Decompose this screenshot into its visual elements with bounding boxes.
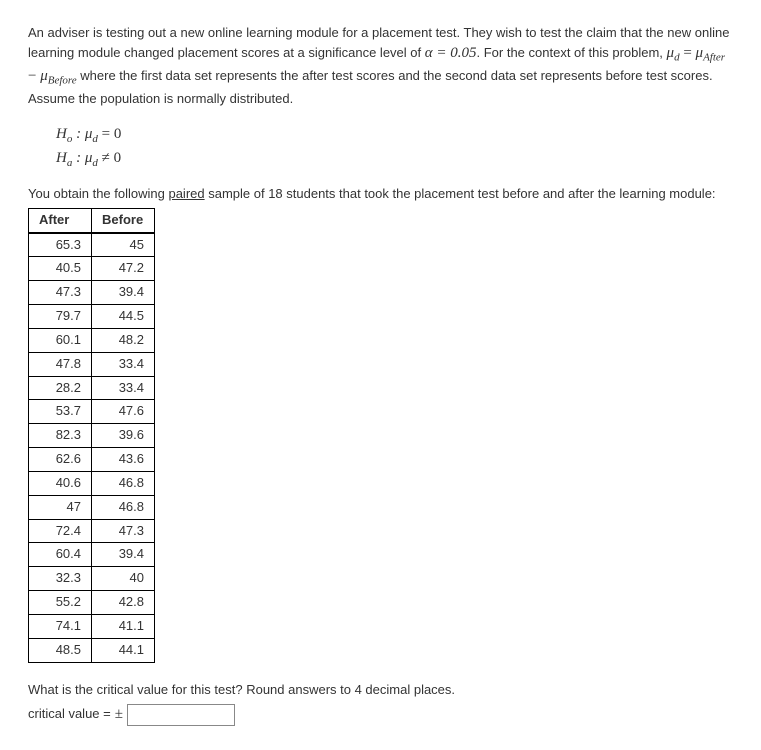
cell-before: 40 — [92, 567, 155, 591]
h0-H: H — [56, 126, 67, 142]
paired-word: paired — [168, 186, 204, 201]
ha-body: : μ — [72, 150, 92, 166]
table-row: 60.439.4 — [29, 543, 155, 567]
answer-row: critical value = ± — [28, 704, 733, 726]
cell-before: 39.4 — [92, 543, 155, 567]
intro-text-c: where the first data set represents the … — [28, 68, 713, 106]
cell-after: 28.2 — [29, 376, 92, 400]
table-row: 82.339.6 — [29, 424, 155, 448]
table-row: 53.747.6 — [29, 400, 155, 424]
null-hypothesis: Ho : μd = 0 — [56, 123, 733, 147]
mu-after: μ — [696, 45, 704, 61]
cell-before: 33.4 — [92, 376, 155, 400]
intro-text-b: . For the context of this problem, — [477, 45, 667, 60]
table-row: 47.339.4 — [29, 281, 155, 305]
problem-intro: An adviser is testing out a new online l… — [28, 24, 733, 109]
table-row: 47.833.4 — [29, 352, 155, 376]
cell-after: 60.1 — [29, 328, 92, 352]
cell-after: 74.1 — [29, 615, 92, 639]
cell-before: 45 — [92, 233, 155, 257]
table-row: 32.340 — [29, 567, 155, 591]
cell-before: 44.1 — [92, 638, 155, 662]
cell-after: 79.7 — [29, 305, 92, 329]
table-row: 74.141.1 — [29, 615, 155, 639]
plus-minus-icon: ± — [115, 704, 123, 726]
mu-before-sub: Before — [48, 75, 77, 87]
col-header-after: After — [29, 208, 92, 232]
cell-before: 33.4 — [92, 352, 155, 376]
critical-value-input[interactable] — [127, 704, 235, 726]
h0-rhs: = 0 — [98, 126, 121, 142]
cell-after: 62.6 — [29, 448, 92, 472]
cell-after: 47.8 — [29, 352, 92, 376]
mu-d: μ — [667, 45, 675, 61]
table-row: 79.744.5 — [29, 305, 155, 329]
cell-before: 39.6 — [92, 424, 155, 448]
cell-before: 46.8 — [92, 495, 155, 519]
alt-hypothesis: Ha : μd ≠ 0 — [56, 147, 733, 171]
hypotheses-block: Ho : μd = 0 Ha : μd ≠ 0 — [56, 123, 733, 171]
cell-after: 72.4 — [29, 519, 92, 543]
mu-after-sub: After — [703, 51, 725, 63]
cell-after: 82.3 — [29, 424, 92, 448]
table-row: 40.547.2 — [29, 257, 155, 281]
alpha-expression: α = 0.05 — [425, 45, 477, 61]
table-row: 55.242.8 — [29, 591, 155, 615]
cell-after: 60.4 — [29, 543, 92, 567]
table-row: 40.646.8 — [29, 471, 155, 495]
cell-after: 53.7 — [29, 400, 92, 424]
cell-before: 42.8 — [92, 591, 155, 615]
sample-description: You obtain the following paired sample o… — [28, 185, 733, 204]
sample-text-a: You obtain the following — [28, 186, 168, 201]
cell-before: 48.2 — [92, 328, 155, 352]
table-header-row: After Before — [29, 208, 155, 232]
cell-before: 47.3 — [92, 519, 155, 543]
cell-after: 47 — [29, 495, 92, 519]
question-text: What is the critical value for this test… — [28, 681, 733, 700]
cell-before: 47.6 — [92, 400, 155, 424]
table-row: 48.544.1 — [29, 638, 155, 662]
ha-H: H — [56, 150, 67, 166]
h0-body: : μ — [72, 126, 92, 142]
answer-label: critical value = — [28, 705, 111, 724]
cell-before: 39.4 — [92, 281, 155, 305]
cell-after: 65.3 — [29, 233, 92, 257]
cell-before: 44.5 — [92, 305, 155, 329]
cell-after: 55.2 — [29, 591, 92, 615]
cell-after: 47.3 — [29, 281, 92, 305]
mu-before: μ — [40, 68, 48, 84]
table-row: 72.447.3 — [29, 519, 155, 543]
sample-text-b: sample of 18 students that took the plac… — [205, 186, 716, 201]
table-row: 4746.8 — [29, 495, 155, 519]
cell-before: 41.1 — [92, 615, 155, 639]
cell-before: 46.8 — [92, 471, 155, 495]
minus: − — [28, 68, 40, 84]
ha-rhs: ≠ 0 — [98, 150, 121, 166]
cell-after: 40.6 — [29, 471, 92, 495]
table-row: 65.345 — [29, 233, 155, 257]
cell-after: 32.3 — [29, 567, 92, 591]
table-row: 28.233.4 — [29, 376, 155, 400]
data-table: After Before 65.345 40.547.2 47.339.4 79… — [28, 208, 155, 663]
cell-after: 48.5 — [29, 638, 92, 662]
table-row: 60.148.2 — [29, 328, 155, 352]
equals: = — [680, 45, 696, 61]
cell-before: 47.2 — [92, 257, 155, 281]
cell-before: 43.6 — [92, 448, 155, 472]
cell-after: 40.5 — [29, 257, 92, 281]
col-header-before: Before — [92, 208, 155, 232]
table-row: 62.643.6 — [29, 448, 155, 472]
